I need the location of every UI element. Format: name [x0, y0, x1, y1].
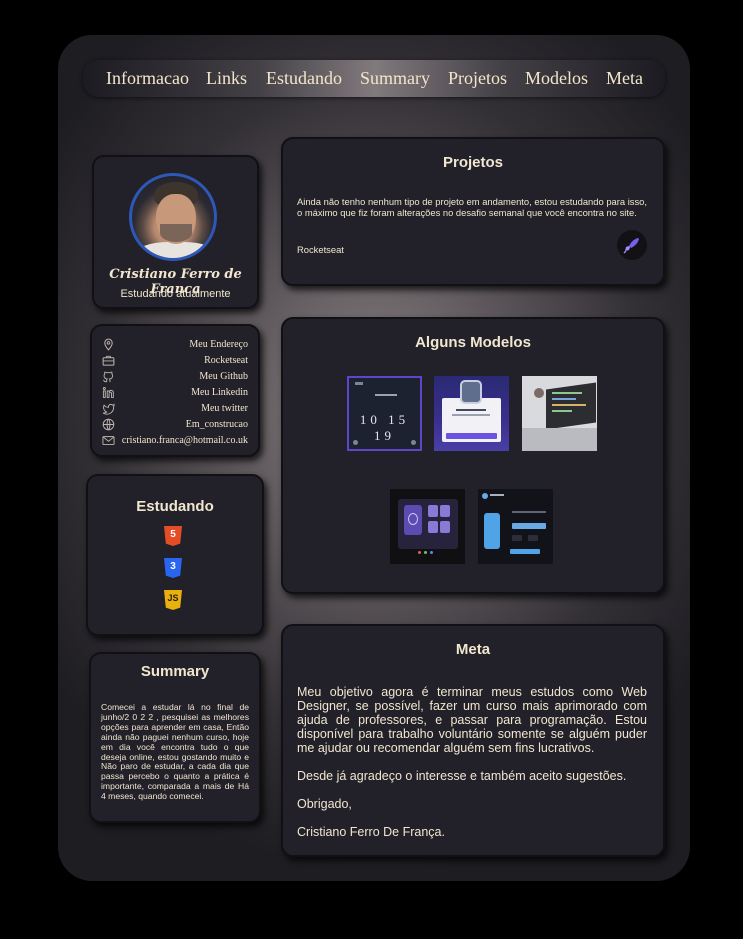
water-app-model-thumb[interactable] [478, 489, 553, 564]
countdown-model-thumb[interactable]: 10 15 19 [347, 376, 422, 451]
meta-card: Meta Meu objetivo agora é terminar meus … [281, 624, 665, 857]
summary-card: Summary Comecei a estudar lá no final de… [89, 652, 261, 823]
globe-icon [102, 418, 115, 431]
links-card: Meu Endereço Rocketseat Meu Github Meu L… [90, 324, 260, 457]
meta-text: Meu objetivo agora é terminar meus estud… [297, 685, 647, 853]
link-github[interactable]: Meu Github [102, 369, 248, 385]
profile-card: Cristiano Ferro de Franca Estudando atua… [92, 155, 259, 309]
projects-link[interactable]: Rocketseat [297, 244, 344, 255]
projects-card: Projetos Ainda não tenho nenhum tipo de … [281, 137, 665, 286]
code-laptop-model-thumb[interactable] [522, 376, 597, 451]
countdown-value: 19 [374, 428, 395, 443]
summary-title: Summary [140, 663, 210, 680]
models-card: Alguns Modelos 10 15 19 [281, 317, 665, 594]
studying-card: Estudando 5 3 JS [86, 474, 264, 636]
css3-icon: 3 [164, 558, 182, 578]
fingerprint-app-model-thumb[interactable] [390, 489, 465, 564]
nav-item-summary[interactable]: Summary [360, 68, 430, 89]
countdown-value: 15 [388, 412, 410, 427]
link-linkedin[interactable]: Meu Linkedin [102, 385, 248, 401]
projects-title: Projetos [442, 154, 503, 171]
countdown-value: 10 [359, 412, 381, 427]
javascript-icon: JS [164, 590, 182, 610]
nav-item-links[interactable]: Links [206, 68, 247, 89]
link-label: Meu Endereço [189, 339, 248, 350]
link-rocketseat[interactable]: Rocketseat [102, 353, 248, 369]
rocket-icon[interactable] [617, 230, 647, 260]
link-label: cristiano.franca@hotmail.co.uk [121, 435, 248, 446]
link-label: Rocketseat [204, 355, 248, 366]
meta-title: Meta [455, 641, 491, 658]
nav-item-meta[interactable]: Meta [606, 68, 643, 89]
link-twitter[interactable]: Meu twitter [102, 401, 248, 417]
link-address[interactable]: Meu Endereço [102, 337, 248, 353]
meta-paragraph: Meu objetivo agora é terminar meus estud… [297, 685, 647, 755]
link-label: Meu twitter [201, 403, 248, 414]
nav-item-projetos[interactable]: Projetos [448, 68, 507, 89]
nav-item-modelos[interactable]: Modelos [525, 68, 588, 89]
link-email[interactable]: cristiano.franca@hotmail.co.uk [102, 433, 248, 449]
projects-text: Ainda não tenho nenhum tipo de projeto e… [297, 196, 647, 218]
location-pin-icon [104, 338, 113, 351]
profile-status: Estudando atualmente [120, 288, 231, 300]
meta-paragraph: Obrigado, [297, 797, 352, 811]
summary-text: Comecei a estudar lá no final de junho/2… [101, 702, 249, 802]
studying-title: Estudando [136, 498, 214, 515]
link-label: Meu Github [199, 371, 248, 382]
meta-paragraph: Desde já agradeço o interesse e também a… [297, 769, 627, 783]
briefcase-icon [102, 355, 115, 366]
avatar [129, 173, 217, 261]
linkedin-icon [102, 387, 114, 398]
link-website[interactable]: Em_construcao [102, 417, 248, 433]
top-nav: Informacao Links Estudando Summary Proje… [83, 60, 665, 97]
nav-item-estudando[interactable]: Estudando [266, 68, 342, 89]
github-icon [103, 371, 114, 383]
link-label: Meu Linkedin [191, 387, 248, 398]
link-label: Em_construcao [185, 419, 248, 430]
smartwatch-model-thumb[interactable] [434, 376, 509, 451]
models-title: Alguns Modelos [415, 334, 531, 351]
mail-icon [102, 436, 115, 446]
meta-signature: Cristiano Ferro De França. [297, 825, 445, 839]
twitter-icon [102, 403, 115, 415]
html5-icon: 5 [164, 526, 182, 546]
nav-item-informacao[interactable]: Informacao [106, 68, 189, 89]
